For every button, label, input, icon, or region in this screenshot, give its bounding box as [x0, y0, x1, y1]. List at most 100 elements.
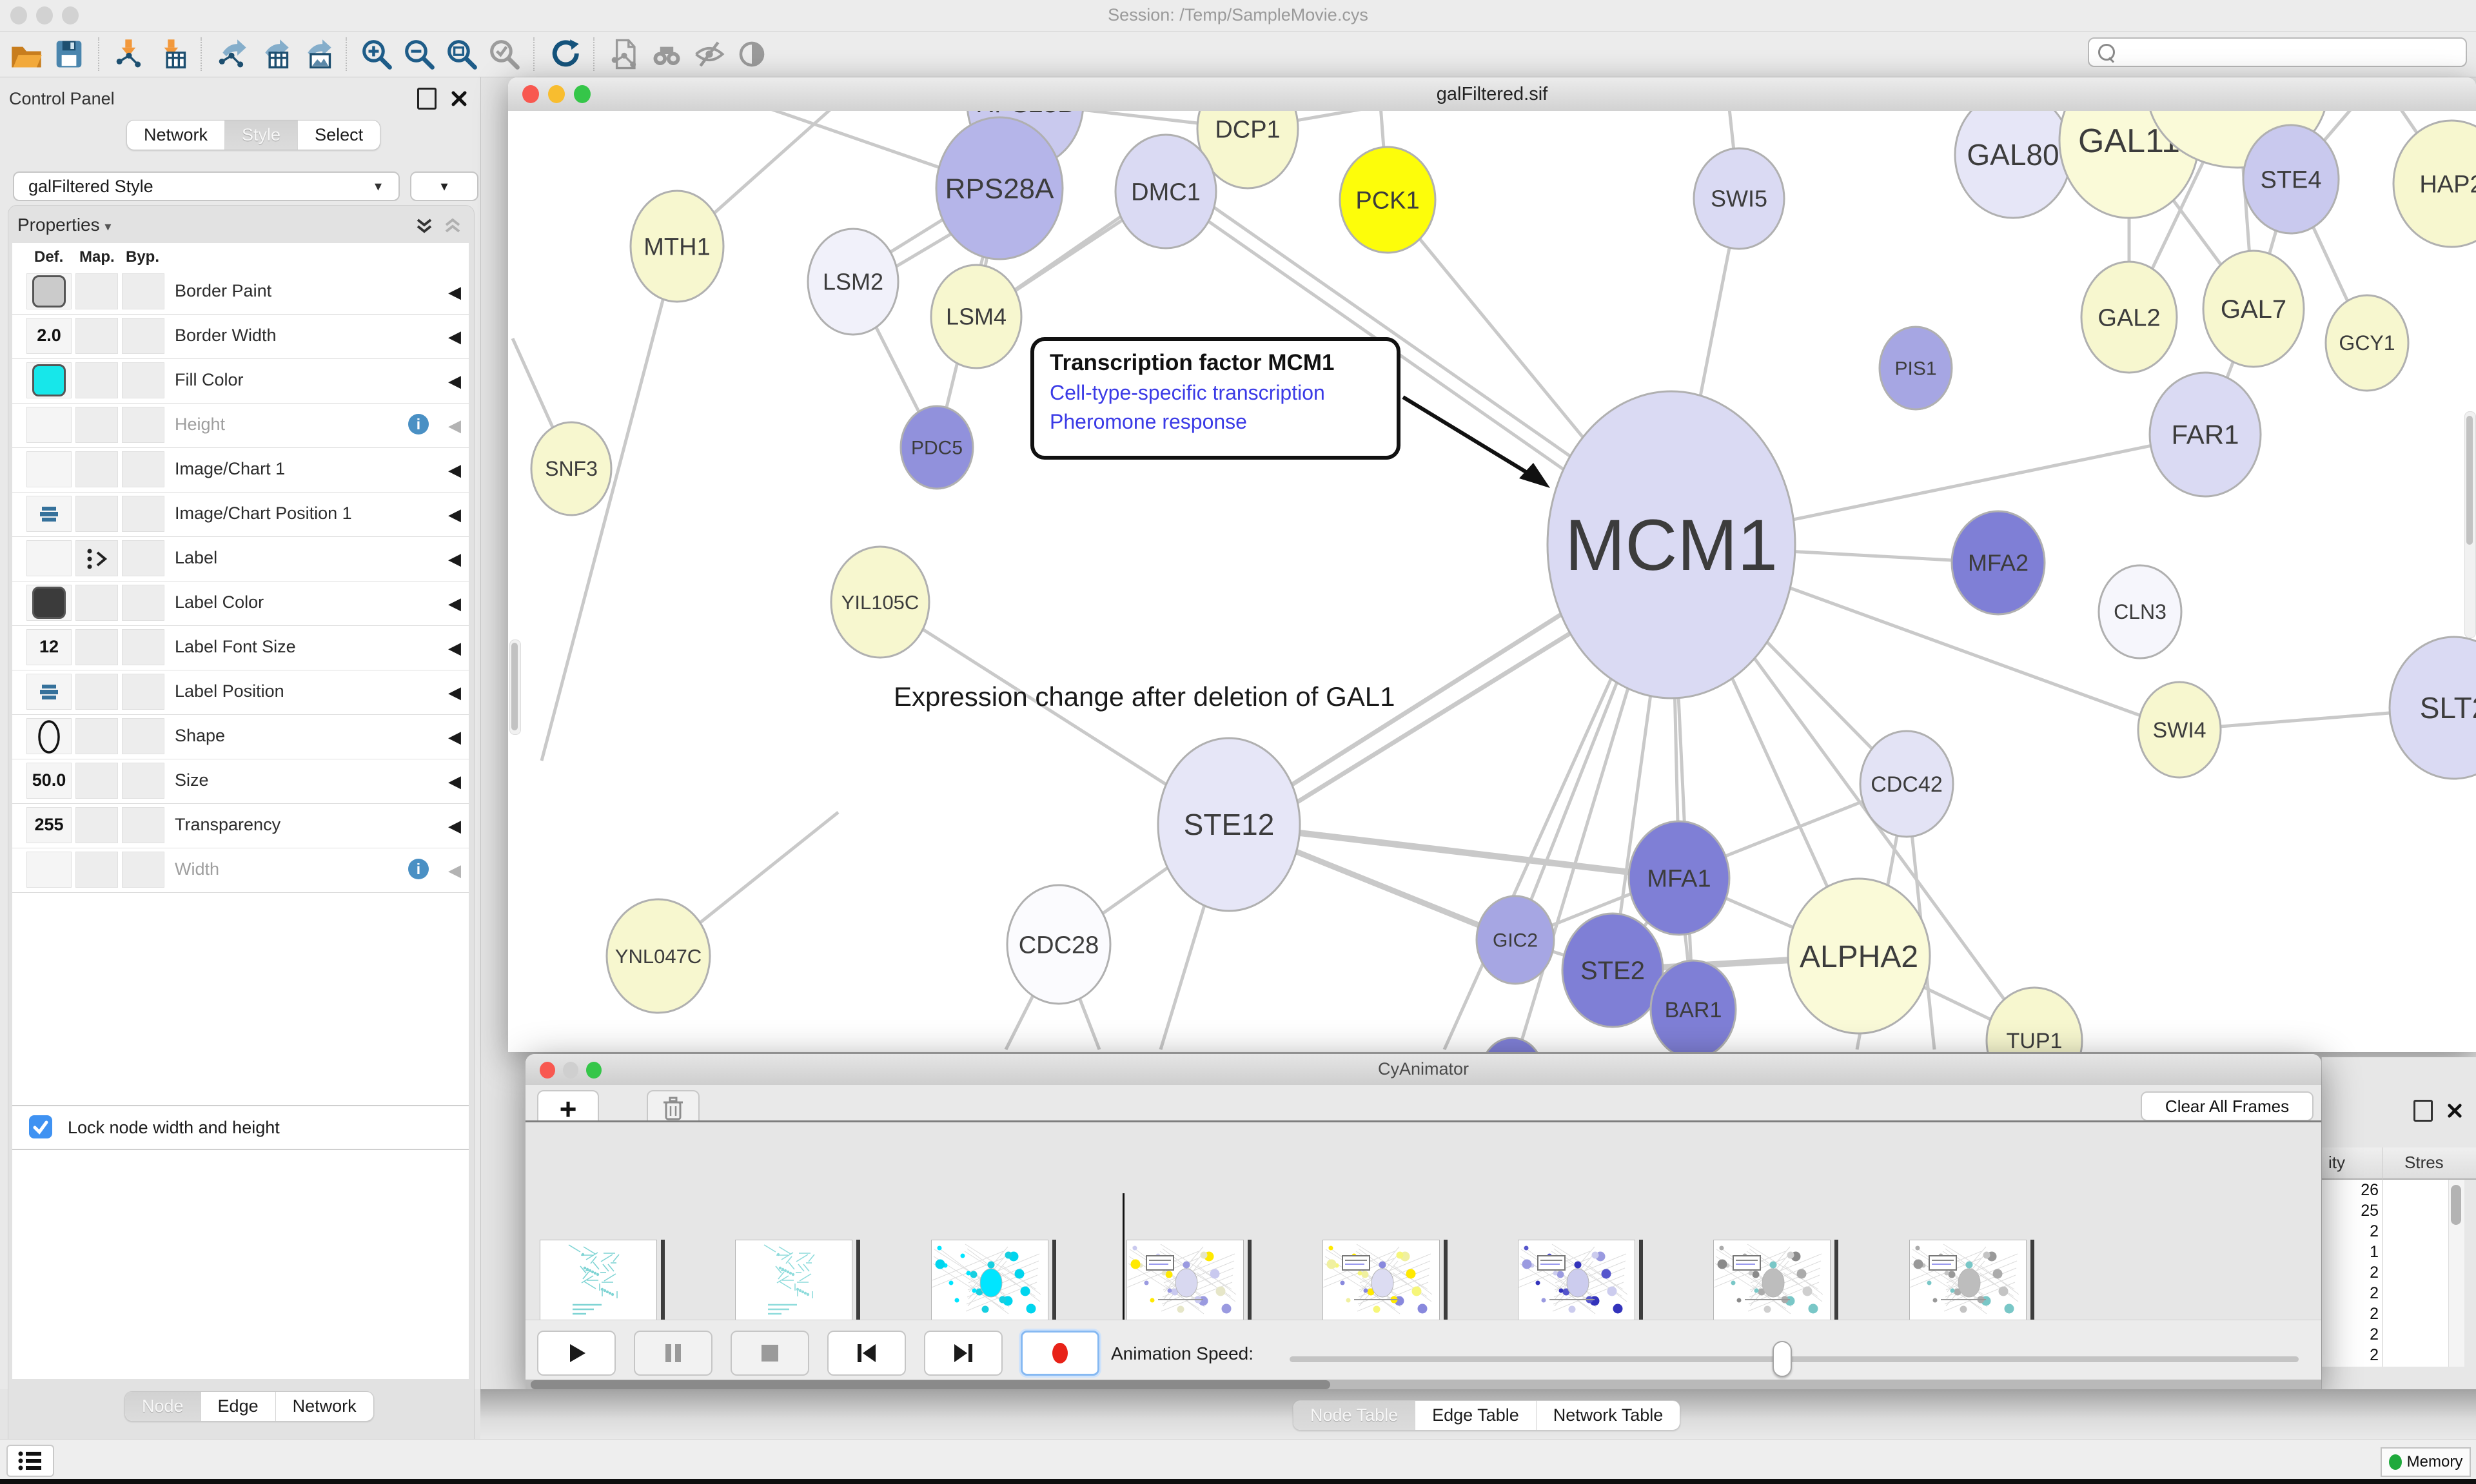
property-row-label-font-size[interactable]: 12Label Font Size◀	[12, 626, 469, 670]
export-table-icon[interactable]	[253, 36, 295, 72]
table-cell[interactable]: 26	[2321, 1180, 2448, 1200]
frame-thumbnail-0[interactable]	[540, 1240, 657, 1327]
tab-node-table[interactable]: Node Table	[1293, 1401, 1415, 1430]
network-node-yil105c[interactable]: YIL105C	[831, 547, 929, 658]
network-vscrollbar-right[interactable]	[2464, 411, 2476, 638]
expand-row-icon[interactable]: ◀	[448, 505, 461, 525]
expand-row-icon[interactable]: ◀	[448, 638, 461, 658]
expand-row-icon[interactable]: ◀	[448, 371, 461, 391]
stop-button[interactable]	[731, 1331, 809, 1376]
property-row-label-color[interactable]: Label Color◀	[12, 581, 469, 626]
network-node-bar1[interactable]: BAR1	[1651, 961, 1736, 1052]
memory-button[interactable]: Memory	[2381, 1447, 2471, 1477]
cyanimator-hscrollbar[interactable]	[526, 1380, 2321, 1390]
network-node-gal2[interactable]: GAL2	[2081, 262, 2177, 373]
column-header[interactable]: ity	[2321, 1153, 2345, 1173]
mcm1-annotation[interactable]: Transcription factor MCM1 Cell-type-spec…	[1030, 337, 1400, 460]
annotation-link[interactable]: Cell-type-specific transcription	[1050, 381, 1397, 405]
table-cell[interactable]: 2	[2321, 1324, 2448, 1345]
skip-end-button[interactable]	[924, 1331, 1003, 1376]
timeline-cursor[interactable]	[1123, 1193, 1125, 1323]
tab-network[interactable]: Network	[276, 1392, 373, 1421]
network-node-mfa2[interactable]: MFA2	[1952, 511, 2045, 614]
frame-handle[interactable]	[856, 1240, 860, 1327]
frame-handle[interactable]	[1248, 1240, 1252, 1327]
network-node-hap2[interactable]: HAP2	[2393, 121, 2476, 247]
import-table-icon[interactable]	[150, 36, 193, 72]
hide-details-icon[interactable]	[688, 36, 731, 72]
frame-thumbnail-3[interactable]	[1126, 1240, 1244, 1327]
network-node-lsm2[interactable]: LSM2	[808, 229, 898, 335]
animation-speed-handle[interactable]	[1773, 1341, 1792, 1377]
network-node-dmc1[interactable]: DMC1	[1115, 135, 1216, 248]
property-row-width[interactable]: Widthi◀	[12, 848, 469, 893]
property-row-fill-color[interactable]: Fill Color◀	[12, 359, 469, 404]
network-node-gcy1[interactable]: GCY1	[2326, 295, 2408, 391]
network-node-ste2[interactable]: STE2	[1562, 913, 1663, 1027]
table-cell[interactable]: 1	[2321, 1242, 2448, 1262]
table-cell[interactable]: 2	[2321, 1303, 2448, 1324]
frame-thumbnail-5[interactable]	[1518, 1240, 1635, 1327]
cyanimator-titlebar[interactable]: CyAnimator	[526, 1054, 2321, 1086]
expand-row-icon[interactable]: ◀	[448, 549, 461, 569]
network-window-titlebar[interactable]: galFiltered.sif	[508, 77, 2476, 112]
search-input[interactable]	[2088, 37, 2467, 67]
tab-network[interactable]: Network	[127, 121, 225, 150]
expand-row-icon[interactable]: ◀	[448, 327, 461, 347]
expand-row-icon[interactable]: ◀	[448, 460, 461, 480]
network-node-rps28a[interactable]: RPS28A	[936, 117, 1063, 259]
zoom-out-icon[interactable]	[398, 36, 440, 72]
close-panel-icon[interactable]	[451, 90, 467, 107]
network-node-cdc42[interactable]: CDC42	[1860, 731, 1953, 837]
table-cell[interactable]: 2	[2321, 1262, 2448, 1283]
network-node-ynl047c[interactable]: YNL047C	[607, 899, 710, 1013]
animation-speed-slider[interactable]	[1290, 1356, 2299, 1362]
frame-handle[interactable]	[2030, 1240, 2034, 1327]
refresh-view-icon[interactable]	[543, 36, 585, 72]
tab-select[interactable]: Select	[298, 121, 380, 150]
frame-handle[interactable]	[1834, 1240, 1838, 1327]
expand-row-icon[interactable]: ◀	[448, 594, 461, 614]
property-row-image-chart-position-1[interactable]: Image/Chart Position 1◀	[12, 493, 469, 537]
table-vscrollbar[interactable]	[2448, 1180, 2464, 1367]
network-node-mcm1[interactable]: MCM1	[1548, 391, 1795, 698]
property-row-shape[interactable]: Shape◀	[12, 715, 469, 759]
export-network-icon[interactable]	[210, 36, 253, 72]
property-row-size[interactable]: 50.0Size◀	[12, 759, 469, 804]
tab-node[interactable]: Node	[125, 1392, 201, 1421]
properties-header[interactable]: Properties ▾	[17, 215, 111, 235]
expand-row-icon[interactable]: ◀	[448, 861, 461, 881]
network-vscrollbar-left[interactable]	[509, 639, 521, 735]
network-node-ste4[interactable]: STE4	[2243, 125, 2339, 233]
network-node-ste12[interactable]: STE12	[1158, 738, 1300, 911]
frame-thumbnail-2[interactable]	[931, 1240, 1048, 1327]
zoom-in-icon[interactable]	[355, 36, 398, 72]
float-panel-icon[interactable]	[417, 88, 437, 110]
network-node-swi4[interactable]: SWI4	[2138, 682, 2221, 777]
skip-start-button[interactable]	[827, 1331, 906, 1376]
property-row-height[interactable]: Heighti◀	[12, 404, 469, 448]
table-cell[interactable]: 2	[2321, 1221, 2448, 1242]
network-node-gal80[interactable]: GAL80	[1955, 111, 2071, 218]
tab-network-table[interactable]: Network Table	[1537, 1401, 1680, 1430]
style-selector[interactable]: galFiltered Style ▾	[13, 171, 400, 201]
frame-handle[interactable]	[1639, 1240, 1643, 1327]
tab-style[interactable]: Style	[225, 121, 298, 150]
table-cell[interactable]: 25	[2321, 1200, 2448, 1221]
network-node-slt2[interactable]: SLT2	[2390, 637, 2476, 779]
close-panel-icon[interactable]	[2447, 1103, 2462, 1118]
expand-row-icon[interactable]: ◀	[448, 727, 461, 747]
column-header[interactable]: Stres	[2404, 1153, 2444, 1173]
clear-all-frames-button[interactable]: Clear All Frames	[2141, 1091, 2314, 1121]
annotation-link[interactable]: Pheromone response	[1050, 410, 1397, 434]
network-node-far1[interactable]: FAR1	[2150, 373, 2261, 496]
expand-all-icon[interactable]	[413, 216, 435, 238]
style-options-button[interactable]: ▾	[410, 171, 478, 201]
network-node-gic2[interactable]: GIC2	[1477, 896, 1554, 984]
network-node-pck1[interactable]: PCK1	[1340, 147, 1435, 253]
network-node-snf3[interactable]: SNF3	[531, 422, 611, 515]
frame-thumbnail-6[interactable]	[1713, 1240, 1831, 1327]
frame-handle[interactable]	[661, 1240, 665, 1327]
pause-button[interactable]	[634, 1331, 712, 1376]
table-cell[interactable]: 2	[2321, 1345, 2448, 1365]
